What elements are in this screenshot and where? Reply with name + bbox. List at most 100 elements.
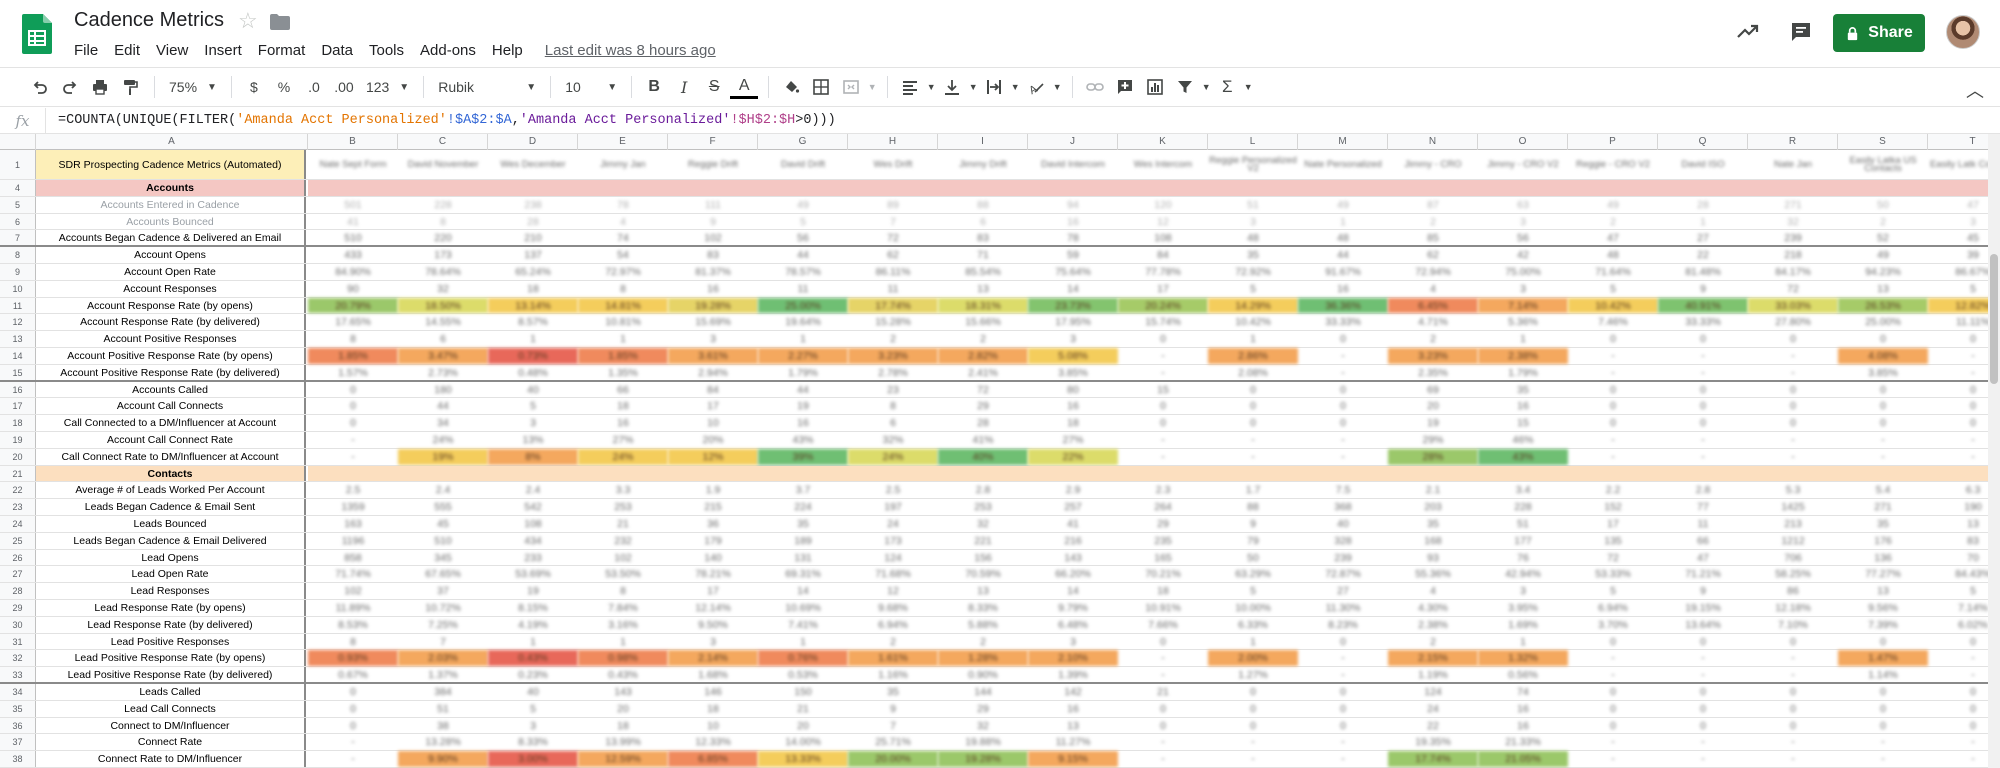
data-cell[interactable]: 45: [398, 516, 488, 532]
metric-label[interactable]: Lead Responses: [36, 583, 306, 599]
campaign-header-cell[interactable]: Wes December: [488, 150, 578, 179]
data-cell[interactable]: 62: [848, 247, 938, 263]
metric-label[interactable]: Account Call Connects: [36, 398, 306, 415]
data-cell[interactable]: 168: [1388, 533, 1478, 549]
data-cell[interactable]: 27.80%: [1748, 314, 1838, 330]
data-cell[interactable]: 1: [1658, 214, 1748, 230]
data-cell[interactable]: -: [1748, 348, 1838, 364]
chevron-down-icon[interactable]: ▼: [1052, 72, 1062, 102]
data-cell[interactable]: 0: [1748, 634, 1838, 650]
data-cell[interactable]: 24%: [848, 448, 938, 465]
data-cell[interactable]: 1: [578, 331, 668, 347]
row-number[interactable]: 20: [0, 448, 36, 465]
campaign-header-cell[interactable]: Nate Personalized: [1298, 150, 1388, 179]
data-cell[interactable]: 2.94%: [668, 365, 758, 380]
data-cell[interactable]: 1.68%: [668, 667, 758, 682]
user-avatar[interactable]: [1946, 15, 1980, 49]
data-cell[interactable]: 28: [488, 214, 578, 230]
data-cell[interactable]: 8: [578, 281, 668, 297]
row-number[interactable]: 7: [0, 230, 36, 246]
data-cell[interactable]: -: [1118, 734, 1208, 750]
data-cell[interactable]: 0: [1838, 718, 1928, 734]
data-cell[interactable]: 0: [1658, 415, 1748, 431]
data-cell[interactable]: 13: [938, 281, 1028, 297]
data-cell[interactable]: 328: [1298, 533, 1388, 549]
row-number[interactable]: 38: [0, 751, 36, 767]
data-cell[interactable]: 12.18%: [1748, 600, 1838, 616]
data-cell[interactable]: 2.73%: [398, 365, 488, 380]
chevron-down-icon[interactable]: ▼: [1010, 72, 1020, 102]
data-cell[interactable]: 72: [1748, 281, 1838, 297]
data-cell[interactable]: 0.23%: [488, 667, 578, 682]
data-cell[interactable]: 143: [1028, 550, 1118, 566]
data-cell[interactable]: 179: [668, 533, 758, 549]
data-cell[interactable]: 71: [938, 247, 1028, 263]
data-cell[interactable]: 1.28%: [938, 650, 1028, 667]
data-cell[interactable]: 7.84%: [578, 600, 668, 616]
data-cell[interactable]: 17: [668, 398, 758, 414]
data-cell[interactable]: -: [1838, 449, 1928, 465]
data-cell[interactable]: 17: [668, 583, 758, 599]
data-cell[interactable]: 40.91%: [1658, 297, 1748, 314]
data-cell[interactable]: 433: [308, 247, 398, 263]
row-number[interactable]: 14: [0, 348, 36, 364]
data-cell[interactable]: 7.66%: [1118, 617, 1208, 633]
data-cell[interactable]: 8.33%: [938, 600, 1028, 616]
campaign-header-cell[interactable]: Jimmy Drift: [938, 150, 1028, 179]
data-cell[interactable]: 28: [938, 415, 1028, 431]
data-cell[interactable]: 510: [398, 533, 488, 549]
data-cell[interactable]: 1.7: [1208, 482, 1298, 498]
horizontal-align-icon[interactable]: [896, 72, 924, 102]
data-cell[interactable]: 8%: [488, 448, 578, 465]
data-cell[interactable]: 13: [1838, 583, 1928, 599]
data-cell[interactable]: 10.91%: [1118, 600, 1208, 616]
star-icon[interactable]: ☆: [238, 8, 258, 34]
data-cell[interactable]: 3: [488, 718, 578, 734]
data-cell[interactable]: 83: [668, 247, 758, 263]
data-cell[interactable]: 146: [668, 684, 758, 700]
row-number[interactable]: 28: [0, 583, 36, 599]
data-cell[interactable]: 86: [1748, 583, 1838, 599]
data-cell[interactable]: 1: [488, 634, 578, 650]
data-cell[interactable]: 135: [1568, 533, 1658, 549]
data-cell[interactable]: 84.90%: [308, 264, 398, 280]
data-cell[interactable]: 51: [1478, 516, 1568, 532]
menu-help[interactable]: Help: [484, 40, 531, 61]
data-cell[interactable]: -: [1748, 432, 1838, 448]
data-cell[interactable]: 0: [1208, 684, 1298, 700]
data-cell[interactable]: 49: [1298, 197, 1388, 213]
data-cell[interactable]: 51: [1208, 197, 1298, 213]
data-cell[interactable]: 17.65%: [308, 314, 398, 330]
campaign-header-cell[interactable]: Nate Jan: [1748, 150, 1838, 179]
metric-label[interactable]: Accounts Bounced: [36, 213, 306, 230]
data-cell[interactable]: 2.3: [1118, 482, 1208, 498]
column-header-o[interactable]: O: [1478, 134, 1568, 150]
column-header-m[interactable]: M: [1298, 134, 1388, 150]
data-cell[interactable]: 3.61%: [668, 348, 758, 364]
document-title[interactable]: Cadence Metrics: [74, 9, 224, 32]
data-cell[interactable]: 2.35%: [1388, 365, 1478, 380]
metric-label[interactable]: Account Responses: [36, 280, 306, 297]
font-select[interactable]: Rubik ▼: [432, 79, 542, 95]
data-cell[interactable]: 88: [1208, 499, 1298, 515]
data-cell[interactable]: -: [1568, 751, 1658, 767]
data-cell[interactable]: 13.14%: [488, 297, 578, 314]
data-cell[interactable]: 79: [1208, 533, 1298, 549]
data-cell[interactable]: 8.53%: [308, 617, 398, 633]
data-cell[interactable]: 858: [308, 550, 398, 566]
data-cell[interactable]: 210: [488, 230, 578, 245]
data-cell[interactable]: 221: [938, 533, 1028, 549]
data-cell[interactable]: 5.4: [1838, 482, 1928, 498]
data-cell[interactable]: 46%: [1478, 432, 1568, 448]
data-cell[interactable]: 23: [848, 382, 938, 398]
data-cell[interactable]: 10.42%: [1208, 314, 1298, 330]
data-cell[interactable]: 3: [1028, 634, 1118, 650]
data-cell[interactable]: -: [1568, 650, 1658, 666]
campaign-header-cell[interactable]: David ISO: [1658, 150, 1748, 179]
chevron-down-icon[interactable]: ▼: [1201, 72, 1211, 102]
data-cell[interactable]: 0: [1208, 415, 1298, 431]
metric-label[interactable]: Leads Called: [36, 684, 306, 700]
data-cell[interactable]: 253: [578, 499, 668, 515]
column-header-q[interactable]: Q: [1658, 134, 1748, 150]
data-cell[interactable]: 20.00%: [848, 751, 938, 767]
